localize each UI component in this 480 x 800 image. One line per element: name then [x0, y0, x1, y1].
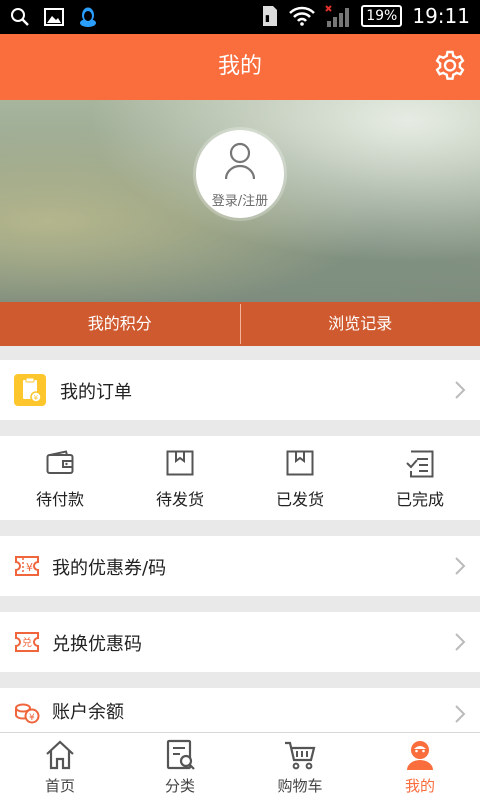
- clock: 19:11: [412, 4, 470, 28]
- svg-text:兑: 兑: [22, 636, 32, 649]
- category-icon: [166, 739, 195, 770]
- signal-icon: [325, 5, 350, 27]
- shipped[interactable]: 已发货: [240, 436, 360, 520]
- box-icon: [286, 450, 314, 476]
- order-icon: ¥: [14, 374, 46, 406]
- redeem-code-label: 兑换优惠码: [52, 634, 142, 655]
- page-title: 我的: [217, 54, 262, 79]
- status-bar: ▮ 19% 19:11: [0, 0, 480, 34]
- nav-profile[interactable]: 我的: [360, 733, 480, 800]
- history-tab[interactable]: 浏览记录: [241, 302, 480, 346]
- nav-label: 首页: [44, 777, 75, 795]
- account-balance-label: 账户余额: [52, 702, 124, 723]
- chevron-right-icon: [455, 633, 466, 651]
- pending-payment[interactable]: 待付款: [0, 436, 120, 520]
- profile-banner: 登录/注册: [0, 100, 480, 302]
- order-status-row: 待付款 待发货 已发货 已完成: [0, 436, 480, 520]
- bottom-navigation: 首页 分类 购物车 我的: [0, 732, 480, 800]
- gallery-icon: [44, 8, 64, 26]
- cart-icon: [285, 741, 316, 770]
- coupon-icon: ¥: [15, 556, 39, 576]
- points-tab[interactable]: 我的积分: [0, 302, 240, 346]
- my-orders-label: 我的订单: [60, 382, 132, 403]
- box-icon: [166, 450, 194, 476]
- wallet-icon: [46, 450, 74, 474]
- nav-category[interactable]: 分类: [120, 733, 240, 800]
- checklist-icon: [406, 450, 434, 478]
- avatar[interactable]: 登录/注册: [196, 130, 284, 218]
- header: 我的: [0, 34, 480, 100]
- home-icon: [46, 740, 74, 770]
- redeem-code-row[interactable]: 兑 兑换优惠码: [0, 612, 480, 672]
- profile-subtabs: 我的积分 浏览记录: [0, 302, 480, 346]
- svg-text:¥: ¥: [29, 713, 35, 723]
- svg-text:¥: ¥: [26, 561, 33, 574]
- svg-text:▮: ▮: [265, 14, 270, 24]
- nav-cart[interactable]: 购物车: [240, 733, 360, 800]
- user-icon: [225, 142, 255, 180]
- nav-label: 购物车: [277, 777, 323, 795]
- status-label: 已发货: [275, 490, 324, 509]
- status-label: 待付款: [35, 490, 84, 509]
- qq-icon: [80, 7, 96, 27]
- coins-icon: ¥: [15, 703, 40, 724]
- sim-icon: ▮: [263, 6, 278, 26]
- my-coupons-label: 我的优惠券/码: [52, 558, 167, 579]
- svg-text:¥: ¥: [34, 394, 39, 402]
- redeem-icon: 兑: [15, 632, 39, 652]
- chevron-right-icon: [455, 557, 466, 575]
- gear-icon[interactable]: [432, 49, 468, 85]
- battery-indicator: 19%: [361, 5, 403, 27]
- nav-label: 我的: [404, 777, 435, 795]
- nav-label: 分类: [164, 777, 195, 795]
- login-register-link[interactable]: 登录/注册: [200, 190, 280, 209]
- search-icon: [11, 8, 29, 26]
- status-label: 待发货: [155, 490, 204, 509]
- chevron-right-icon: [455, 705, 466, 723]
- pending-shipment[interactable]: 待发货: [120, 436, 240, 520]
- wifi-icon: [289, 6, 316, 26]
- chevron-right-icon: [455, 381, 466, 399]
- account-balance-row[interactable]: ¥ 账户余额: [0, 688, 480, 732]
- my-coupons-row[interactable]: ¥ 我的优惠券/码: [0, 536, 480, 596]
- completed[interactable]: 已完成: [360, 436, 480, 520]
- profile-icon: [407, 741, 433, 770]
- my-orders-row[interactable]: ¥ 我的订单: [0, 360, 480, 420]
- nav-home[interactable]: 首页: [0, 733, 120, 800]
- status-label: 已完成: [395, 490, 444, 509]
